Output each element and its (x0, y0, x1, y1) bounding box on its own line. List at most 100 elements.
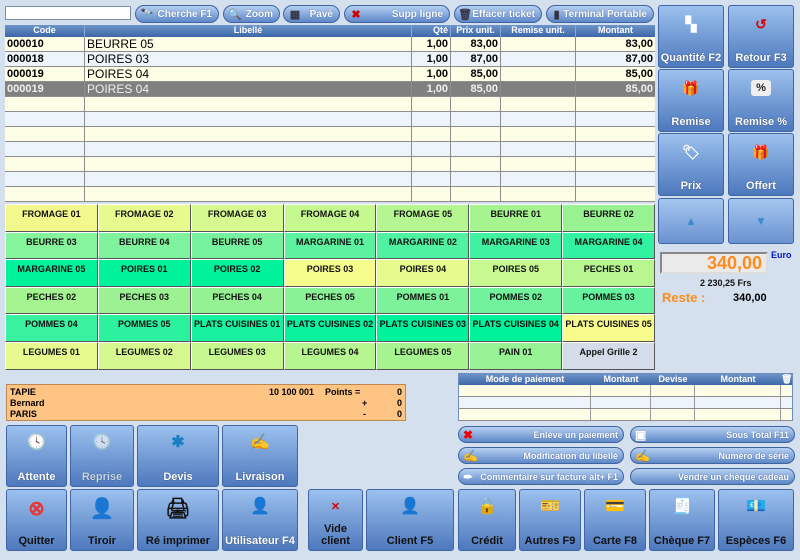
zoom-button[interactable]: 🔍 Zoom (223, 5, 280, 23)
serial-number-button[interactable]: ✍ Numéro de série (630, 447, 795, 464)
ticket-row[interactable]: 000019 POIRES 04 1,00 85,00 85,00 (5, 67, 655, 82)
ticket-row[interactable] (5, 127, 655, 142)
cash-payment-button[interactable]: 💶 Espèces F6 (718, 489, 794, 551)
product-button[interactable]: PECHES 01 (562, 259, 655, 287)
product-button[interactable]: FROMAGE 05 (376, 204, 470, 232)
product-button[interactable]: Appel Grille 2 (562, 341, 655, 370)
product-button[interactable]: FROMAGE 01 (5, 204, 98, 232)
clear-client-button[interactable]: ✕ Vide client (308, 489, 363, 551)
product-button[interactable]: POMMES 04 (5, 314, 98, 342)
keypad-button[interactable]: ▦ Pavé (283, 5, 340, 23)
product-button[interactable]: PLATS CUISINES 05 (562, 314, 655, 342)
product-button[interactable]: BEURRE 01 (469, 204, 563, 232)
quantity-button[interactable]: ▚ Quantité F2 (658, 5, 724, 68)
product-button[interactable]: PECHES 02 (5, 286, 98, 315)
ticket-row[interactable] (5, 142, 655, 157)
product-button[interactable]: POMMES 03 (562, 286, 655, 315)
product-button[interactable]: PAIN 01 (469, 341, 563, 370)
cell-code: 000019 (5, 67, 85, 81)
product-button[interactable]: BEURRE 02 (562, 204, 655, 232)
ticket-row[interactable]: 000019 POIRES 04 1,00 85,00 85,00 (5, 82, 655, 97)
cell-label: POIRES 04 (85, 67, 412, 81)
product-button[interactable]: MARGARINE 02 (376, 231, 470, 260)
search-input[interactable] (5, 6, 131, 20)
ticket-row[interactable] (5, 187, 655, 202)
resume-button[interactable]: 🕓 Reprise (70, 425, 134, 487)
product-button[interactable]: MARGARINE 04 (562, 231, 655, 260)
scroll-down-button[interactable]: ▼ (728, 198, 794, 244)
product-button[interactable]: PLATS CUISINES 03 (376, 314, 470, 342)
product-button[interactable]: LEGUMES 01 (5, 341, 98, 370)
product-button[interactable]: FROMAGE 02 (97, 204, 191, 232)
delivery-button[interactable]: ✍ Livraison (222, 425, 298, 487)
payment-table[interactable]: Mode de paiement Montant Devise Montant … (458, 373, 793, 421)
edit-label-button[interactable]: ✍ Modification du libellé (458, 447, 624, 464)
product-button[interactable]: PECHES 04 (190, 286, 284, 315)
ticket-grid[interactable]: 000010 BEURRE 05 1,00 83,00 83,00 000018 POIRE… (5, 37, 655, 202)
payment-row[interactable] (459, 397, 792, 409)
search-button[interactable]: 🔭 Cherche F1 (135, 5, 219, 23)
product-button[interactable]: LEGUMES 03 (190, 341, 284, 370)
invoice-comment-button[interactable]: ✒ Commentaire sur facture alt+ F1 (458, 468, 624, 485)
quote-button[interactable]: ✱ Devis (137, 425, 219, 487)
product-button[interactable]: POIRES 04 (376, 259, 470, 287)
ticket-row[interactable]: 000018 POIRES 03 1,00 87,00 87,00 (5, 52, 655, 67)
product-button[interactable]: POIRES 03 (283, 259, 377, 287)
delete-line-button[interactable]: ✖ Supp ligne (344, 5, 450, 23)
product-button[interactable]: LEGUMES 04 (283, 341, 377, 370)
hold-button[interactable]: 🕓 Attente (6, 425, 67, 487)
product-button[interactable]: LEGUMES 05 (376, 341, 470, 370)
trash-icon[interactable]: 🗑 (781, 374, 792, 385)
cell-amount (576, 97, 655, 111)
product-button[interactable]: POIRES 02 (190, 259, 284, 287)
scroll-up-button[interactable]: ▲ (658, 198, 724, 244)
product-button[interactable]: POMMES 01 (376, 286, 470, 315)
price-button[interactable]: 🏷 Prix (658, 133, 724, 196)
product-button[interactable]: PLATS CUISINES 04 (469, 314, 563, 342)
return-button[interactable]: ↺ Retour F3 (728, 5, 794, 68)
portable-terminal-button[interactable]: ▮ Terminal Portable (546, 5, 654, 23)
credit-button[interactable]: 🔒 Crédit (458, 489, 516, 551)
product-button[interactable]: MARGARINE 01 (283, 231, 377, 260)
subtotal-button[interactable]: ▣ Sous Total F11 (630, 426, 795, 443)
payment-row[interactable] (459, 385, 792, 397)
total-display: 340,00 (660, 252, 768, 274)
user-button[interactable]: 👤 Utilisateur F4 (222, 489, 298, 551)
drawer-button[interactable]: 👤 Tiroir (70, 489, 134, 551)
quit-button[interactable]: ⊗ Quitter (6, 489, 67, 551)
clear-ticket-button[interactable]: 🗑 Effacer ticket (454, 5, 542, 23)
product-button[interactable]: BEURRE 05 (190, 231, 284, 260)
product-button[interactable]: PLATS CUISINES 02 (283, 314, 377, 342)
ticket-row[interactable] (5, 112, 655, 127)
client-icon: 👤 (400, 498, 420, 515)
card-payment-button[interactable]: 💳 Carte F8 (584, 489, 646, 551)
product-button[interactable]: FROMAGE 03 (190, 204, 284, 232)
product-button[interactable]: LEGUMES 02 (97, 341, 191, 370)
remove-payment-button[interactable]: ✖ Enlève un paiement (458, 426, 624, 443)
product-button[interactable]: POIRES 05 (469, 259, 563, 287)
product-button[interactable]: PECHES 03 (97, 286, 191, 315)
product-button[interactable]: BEURRE 03 (5, 231, 98, 260)
product-button[interactable]: POMMES 05 (97, 314, 191, 342)
ticket-row[interactable] (5, 172, 655, 187)
product-button[interactable]: POIRES 01 (97, 259, 191, 287)
other-payment-button[interactable]: 🎫 Autres F9 (519, 489, 581, 551)
cheque-payment-button[interactable]: 🧾 Chèque F7 (649, 489, 715, 551)
product-button[interactable]: FROMAGE 04 (283, 204, 377, 232)
product-button[interactable]: BEURRE 04 (97, 231, 191, 260)
ticket-row[interactable] (5, 157, 655, 172)
discount-percent-button[interactable]: % Remise % (728, 69, 794, 132)
reprint-button[interactable]: 🖨 Ré imprimer (137, 489, 219, 551)
product-button[interactable]: MARGARINE 03 (469, 231, 563, 260)
ticket-row[interactable] (5, 97, 655, 112)
product-button[interactable]: PECHES 05 (283, 286, 377, 315)
product-button[interactable]: PLATS CUISINES 01 (190, 314, 284, 342)
free-button[interactable]: 🎁 Offert (728, 133, 794, 196)
product-button[interactable]: MARGARINE 05 (5, 259, 98, 287)
gift-voucher-button[interactable]: Vendre un chèque cadeau (630, 468, 795, 485)
client-button[interactable]: 👤 Client F5 (366, 489, 454, 551)
ticket-row[interactable]: 000010 BEURRE 05 1,00 83,00 83,00 (5, 37, 655, 52)
product-button[interactable]: POMMES 02 (469, 286, 563, 315)
payment-row[interactable] (459, 409, 792, 421)
discount-button[interactable]: 🎁 Remise (658, 69, 724, 132)
